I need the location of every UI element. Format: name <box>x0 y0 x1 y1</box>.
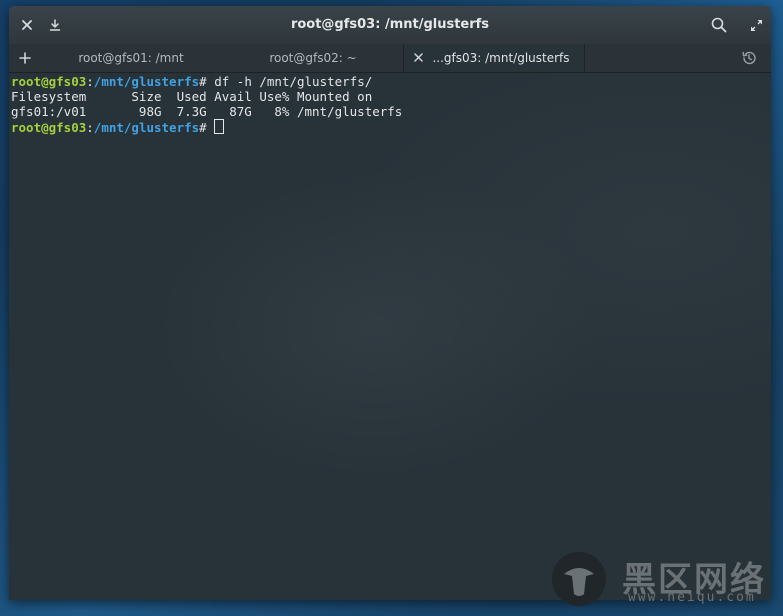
prompt-separator: : <box>86 74 94 89</box>
output-line: gfs01:/v01 98G 7.3G 87G 8% /mnt/glusterf… <box>11 104 403 119</box>
search-icon <box>711 17 727 33</box>
tab-gfs02[interactable]: root@gfs02: ~ <box>223 44 403 72</box>
terminal-view[interactable]: root@gfs03:/mnt/glusterfs# df -h /mnt/gl… <box>9 73 771 600</box>
tab-gfs03[interactable]: ...gfs03: /mnt/glusterfs <box>403 44 585 72</box>
prompt-symbol: # <box>199 120 215 135</box>
prompt-path: /mnt/glusterfs <box>93 74 200 89</box>
history-button[interactable] <box>740 49 758 67</box>
terminal-window: root@gfs03: /mnt/glusterfs root@gfs01: /… <box>9 6 771 600</box>
prompt-separator: : <box>86 120 94 135</box>
tab-bar: root@gfs01: /mnt root@gfs02: ~ ...gfs03:… <box>9 44 771 73</box>
tab-close-button[interactable] <box>412 51 424 63</box>
prompt-path: /mnt/glusterfs <box>93 120 200 135</box>
prompt-user: root@gfs03 <box>11 74 87 89</box>
maximize-button[interactable] <box>746 15 766 35</box>
output-line: Filesystem Size Used Avail Use% Mounted … <box>11 89 373 104</box>
maximize-icon <box>750 19 762 31</box>
watermark-logo <box>552 552 606 606</box>
watermark: 黑区网络 www.heiqu.com <box>548 550 778 610</box>
command-text: df -h /mnt/glusterfs/ <box>214 74 373 89</box>
prompt-user: root@gfs03 <box>11 120 87 135</box>
tab-gfs01[interactable]: root@gfs01: /mnt <box>39 44 223 72</box>
tab-label: root@gfs02: ~ <box>269 51 357 65</box>
history-icon <box>742 51 756 65</box>
close-icon <box>413 52 423 62</box>
tab-label: ...gfs03: /mnt/glusterfs <box>432 51 570 65</box>
window-title: root@gfs03: /mnt/glusterfs <box>290 17 490 32</box>
new-tab-button[interactable] <box>15 48 35 68</box>
text-cursor <box>214 119 225 134</box>
prompt-symbol: # <box>199 74 215 89</box>
plus-icon <box>19 52 31 64</box>
watermark-url: www.heiqu.com <box>628 590 756 605</box>
titlebar: root@gfs03: /mnt/glusterfs <box>9 6 771 44</box>
search-button[interactable] <box>708 14 730 36</box>
terminal-output: root@gfs03:/mnt/glusterfs# df -h /mnt/gl… <box>11 74 402 135</box>
tab-label: root@gfs01: /mnt <box>78 51 184 65</box>
